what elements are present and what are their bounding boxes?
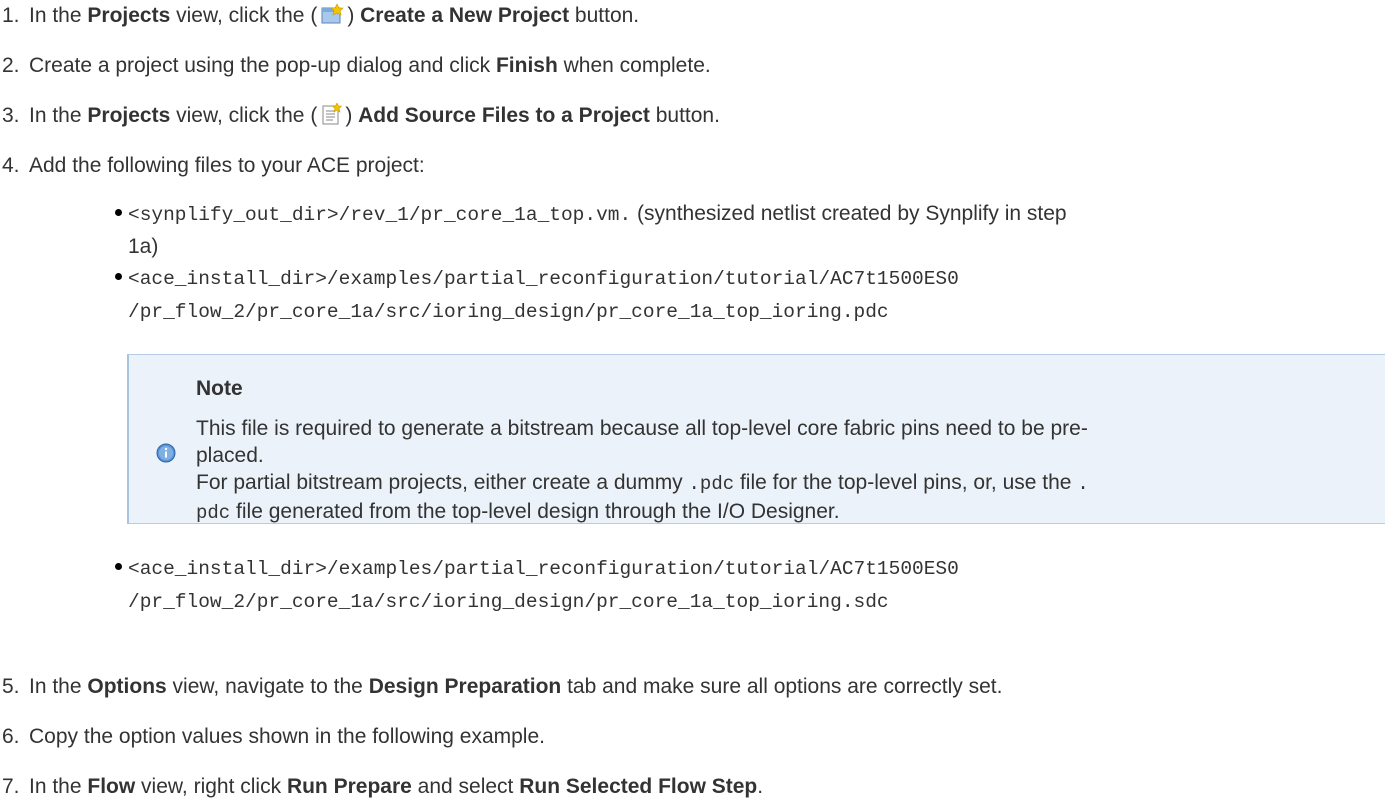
step-number: 6. bbox=[2, 725, 20, 748]
new-project-icon bbox=[320, 3, 345, 33]
step-3: 3. In the Projects view, click the () Add… bbox=[0, 102, 720, 133]
bullet-dot bbox=[115, 563, 122, 570]
bold-term: Run Selected Flow Step bbox=[519, 775, 758, 798]
step-6: 6. Copy the option values shown in the fo… bbox=[0, 723, 545, 751]
step-text: Create a project using the pop-up dialog… bbox=[29, 54, 496, 77]
step-text: ) bbox=[347, 4, 361, 27]
step-5: 5. In the Options view, navigate to the D… bbox=[0, 673, 1002, 701]
bold-term: Finish bbox=[495, 54, 558, 77]
file-description: (synthesized netlist created by Synplify… bbox=[631, 202, 1067, 225]
info-icon bbox=[156, 443, 176, 463]
bold-term: Create a New Project bbox=[360, 4, 570, 27]
step-2: 2. Create a project using the pop-up dial… bbox=[0, 52, 711, 80]
step-text: view, navigate to the bbox=[166, 675, 369, 698]
step-text: In the bbox=[29, 675, 88, 698]
step-text: view, right click bbox=[135, 775, 287, 798]
file-item-3: <ace_install_dir>/examples/partial_recon… bbox=[115, 552, 1368, 618]
note-text: For partial bitstream projects, either c… bbox=[196, 471, 689, 494]
code-snippet: pdc bbox=[196, 502, 231, 524]
step-text: ) bbox=[345, 104, 359, 127]
bullet-dot bbox=[115, 273, 122, 280]
bullet-dot bbox=[115, 209, 122, 216]
code-snippet: . bbox=[1077, 473, 1089, 495]
file-description: 1a) bbox=[128, 235, 159, 258]
step-text: tab and make sure all options are correc… bbox=[561, 675, 1003, 698]
code-snippet: .pdc bbox=[688, 473, 735, 495]
note-text: file for the top-level pins, or, use the bbox=[734, 471, 1078, 494]
step-1: 1. In the Projects view, click the () Cre… bbox=[0, 2, 639, 33]
note-text: This file is required to generate a bits… bbox=[196, 417, 1088, 440]
file-item-2: <ace_install_dir>/examples/partial_recon… bbox=[115, 262, 1368, 328]
step-number: 3. bbox=[2, 104, 20, 127]
file-path: /pr_flow_2/pr_core_1a/src/ioring_design/… bbox=[128, 591, 889, 613]
note-title: Note bbox=[196, 377, 243, 400]
step-number: 7. bbox=[2, 775, 20, 798]
bold-term: Run Prepare bbox=[286, 775, 412, 798]
file-path: <ace_install_dir>/examples/partial_recon… bbox=[128, 558, 959, 580]
document: 1. In the Projects view, click the () Cre… bbox=[0, 0, 1385, 805]
step-text: button. bbox=[569, 4, 640, 27]
step-text: In the bbox=[29, 4, 88, 27]
step-text: Copy the option values shown in the foll… bbox=[29, 725, 545, 748]
step-4: 4. Add the following files to your ACE pr… bbox=[0, 152, 425, 180]
bold-term: Projects bbox=[87, 4, 171, 27]
step-text: view, click the ( bbox=[170, 104, 318, 127]
bold-term: Projects bbox=[87, 104, 171, 127]
add-source-files-icon bbox=[320, 102, 343, 133]
note-body: This file is required to generate a bits… bbox=[196, 415, 1376, 527]
file-path: /pr_flow_2/pr_core_1a/src/ioring_design/… bbox=[128, 301, 889, 323]
step-text: . bbox=[757, 775, 764, 798]
bold-term: Add Source Files to a Project bbox=[358, 104, 650, 127]
bold-term: Options bbox=[87, 675, 167, 698]
note-box: Note This file is required to generate a… bbox=[127, 354, 1385, 524]
file-path: <synplify_out_dir>/rev_1/pr_core_1a_top.… bbox=[128, 204, 632, 226]
step-text: view, click the ( bbox=[170, 4, 318, 27]
step-number: 4. bbox=[2, 154, 20, 177]
note-text: placed. bbox=[196, 444, 264, 467]
step-7: 7. In the Flow view, right click Run Prep… bbox=[0, 773, 763, 801]
file-item-1: <synplify_out_dir>/rev_1/pr_core_1a_top.… bbox=[115, 198, 1368, 262]
step-text: when complete. bbox=[557, 54, 711, 77]
note-text: file generated from the top-level design… bbox=[230, 500, 840, 523]
step-number: 5. bbox=[2, 675, 20, 698]
step-text: In the bbox=[29, 104, 88, 127]
step-text: and select bbox=[411, 775, 520, 798]
step-text: button. bbox=[649, 104, 720, 127]
step-text: Add the following files to your ACE proj… bbox=[29, 154, 425, 177]
bold-term: Design Preparation bbox=[368, 675, 562, 698]
bold-term: Flow bbox=[87, 775, 136, 798]
step-text: In the bbox=[29, 775, 88, 798]
step-number: 1. bbox=[2, 4, 20, 27]
file-path: <ace_install_dir>/examples/partial_recon… bbox=[128, 268, 959, 290]
step-number: 2. bbox=[2, 54, 20, 77]
